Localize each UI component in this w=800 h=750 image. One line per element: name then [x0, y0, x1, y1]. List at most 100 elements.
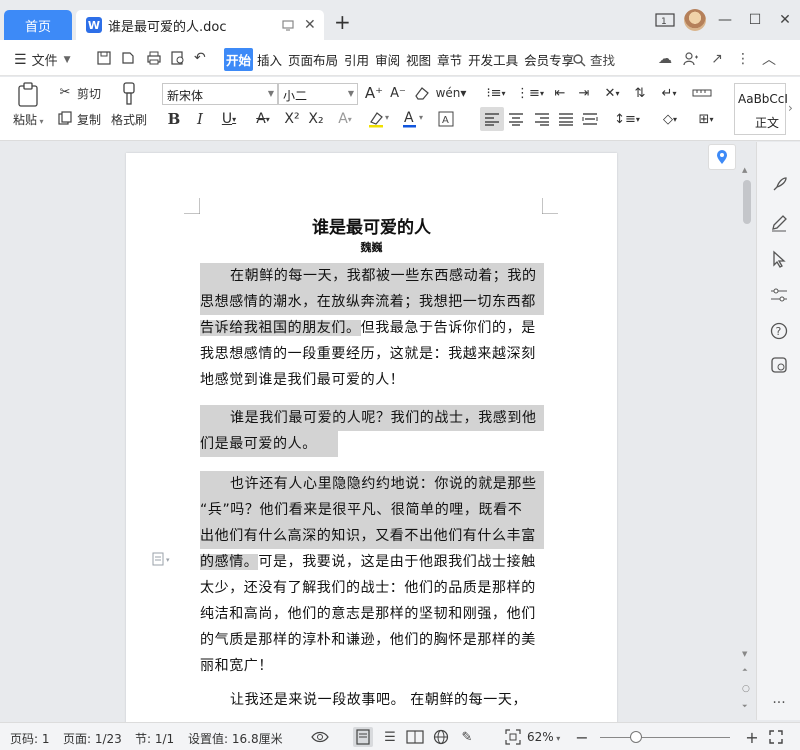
status-pages[interactable]: 页面: 1/23 — [63, 730, 122, 747]
ribbon-tab[interactable]: 章节 — [435, 48, 464, 71]
ribbon-tab[interactable]: 页面布局 — [286, 48, 340, 71]
font-color-icon[interactable]: A ▾ — [400, 109, 428, 129]
status-section[interactable]: 节: 1/1 — [135, 730, 174, 747]
status-page-number[interactable]: 页码: 1 — [10, 730, 50, 747]
clear-format-icon[interactable] — [412, 83, 432, 103]
undo-icon[interactable]: ↶ — [194, 50, 210, 66]
borders-icon[interactable]: ⊞ ▾ — [692, 109, 720, 129]
decrease-font-icon[interactable]: A⁻ — [388, 83, 408, 103]
eye-protection-icon[interactable] — [310, 727, 330, 747]
format-painter-button[interactable]: 格式刷 — [111, 111, 147, 128]
scissors-icon[interactable]: ✂ — [56, 83, 74, 101]
save-icon[interactable] — [96, 50, 112, 66]
underline-icon[interactable]: U ▾ — [214, 109, 244, 129]
chinese-layout-icon[interactable]: ✕ ▾ — [598, 83, 626, 103]
fit-window-icon[interactable] — [503, 727, 523, 747]
sort-icon[interactable]: ⇅ — [630, 83, 650, 103]
fullscreen-icon[interactable] — [766, 727, 786, 747]
scroll-down-icon[interactable]: ▼ — [742, 650, 747, 658]
zoom-level[interactable]: 62% ▾ — [527, 730, 560, 744]
workspace-icon[interactable]: 1 — [650, 8, 680, 32]
superscript-icon[interactable]: X² — [282, 109, 302, 129]
ribbon-tab[interactable]: 会员专享 — [522, 48, 576, 71]
next-page-icon[interactable]: ⏷ — [742, 702, 748, 711]
collapse-ribbon-icon[interactable]: ︿ — [756, 49, 782, 69]
zoom-slider[interactable] — [600, 737, 730, 738]
collaborate-icon[interactable] — [678, 49, 704, 69]
minimize-icon[interactable]: — — [710, 8, 740, 32]
prev-page-icon[interactable]: ⏶ — [742, 666, 748, 675]
close-window-icon[interactable]: ✕ — [770, 8, 800, 32]
line-spacing-icon[interactable]: ↕≡ ▾ — [612, 109, 642, 129]
copy-button[interactable]: 复制 — [77, 111, 101, 128]
more-icon[interactable]: ··· — [768, 692, 790, 714]
ribbon-tab[interactable]: 引用 — [342, 48, 371, 71]
char-border-icon[interactable]: A — [436, 109, 456, 129]
vertical-scrollbar[interactable]: ▲ ▼ ⏶ ○ ⏷ — [741, 166, 751, 721]
pen-icon[interactable] — [768, 212, 790, 234]
paste-button[interactable]: 粘贴 ▾ — [13, 111, 44, 128]
ribbon-tab[interactable]: 插入 — [255, 48, 284, 71]
browse-object-icon[interactable]: ○ — [742, 684, 750, 694]
tab-home[interactable]: 首页 — [4, 10, 72, 40]
ribbon-tab[interactable]: 开发工具 — [466, 48, 520, 71]
share-icon[interactable]: ↗ — [704, 49, 730, 69]
increase-indent-icon[interactable]: ⇥ — [574, 83, 594, 103]
cloud-sync-icon[interactable]: ☁ — [652, 49, 678, 69]
reading-view-icon[interactable] — [405, 727, 425, 747]
close-tab-icon[interactable]: ✕ — [304, 17, 316, 33]
tab-window-icon[interactable] — [282, 19, 294, 31]
italic-icon[interactable]: I — [190, 109, 210, 129]
export-icon[interactable] — [120, 50, 136, 66]
decrease-indent-icon[interactable]: ⇤ — [550, 83, 570, 103]
align-left-icon[interactable] — [480, 107, 504, 131]
page-view-icon[interactable] — [353, 727, 373, 747]
document-page[interactable]: 谁是最可爱的人 魏巍 在朝鲜的每一天，我都被一些东西感动着；我的 思想感情的潮水，… — [126, 153, 617, 733]
rocket-icon[interactable] — [768, 174, 790, 196]
bold-icon[interactable]: B — [164, 109, 184, 129]
write-mode-icon[interactable]: ✎ — [457, 727, 477, 747]
style-gallery-normal[interactable]: AaBbCcI 正文 — [734, 83, 788, 135]
pinyin-guide-icon[interactable]: wén▾ — [436, 83, 467, 103]
format-painter-icon[interactable] — [118, 81, 140, 107]
paste-icon[interactable] — [14, 81, 42, 109]
status-setting-value[interactable]: 设置值: 16.8厘米 — [188, 730, 283, 747]
more-icon[interactable]: ⋮ — [730, 49, 756, 69]
text-effect-icon[interactable]: A ▾ — [332, 109, 358, 129]
show-marks-icon[interactable]: ↵ ▾ — [656, 83, 682, 103]
zoom-in-icon[interactable]: + — [742, 727, 762, 747]
adjust-sliders-icon[interactable] — [768, 284, 790, 306]
avatar[interactable] — [680, 8, 710, 32]
cursor-select-icon[interactable] — [768, 248, 790, 270]
strikethrough-icon[interactable]: A ▾ — [250, 109, 276, 129]
print-preview-icon[interactable] — [170, 50, 186, 66]
help-icon[interactable]: ? — [768, 320, 790, 342]
paragraph[interactable]: 谁是我们最可爱的人呢？我们的战士，我感到他 们是最可爱的人。 — [200, 405, 544, 457]
scrollbar-thumb[interactable] — [743, 180, 751, 224]
file-menu[interactable]: ☰ 文件 ▼ — [14, 50, 71, 70]
zoom-out-icon[interactable]: − — [572, 727, 592, 747]
paragraph[interactable]: 在朝鲜的每一天，我都被一些东西感动着；我的 思想感情的潮水，在放纵奔流着；我想把一… — [200, 263, 544, 393]
copy-icon[interactable] — [56, 109, 74, 127]
ribbon-tab[interactable]: 视图 — [404, 48, 433, 71]
cut-button[interactable]: 剪切 — [77, 85, 101, 102]
font-size-select[interactable]: 小二 ▼ — [278, 83, 358, 105]
zoom-slider-knob[interactable] — [630, 731, 642, 743]
tab-document[interactable]: W 谁是最可爱的人.doc ✕ — [76, 10, 324, 40]
navigation-location-icon[interactable] — [708, 144, 736, 170]
bullet-list-icon[interactable]: ⁝≡ ▾ — [482, 83, 510, 103]
highlight-color-icon[interactable]: ▾ — [366, 109, 394, 129]
maximize-icon[interactable]: ☐ — [740, 8, 770, 32]
ribbon-tab[interactable]: 审阅 — [373, 48, 402, 71]
font-name-select[interactable]: 新宋体 ▼ — [162, 83, 278, 105]
web-view-icon[interactable] — [431, 727, 451, 747]
outline-view-icon[interactable]: ☰ — [380, 727, 400, 747]
align-center-icon[interactable] — [506, 109, 526, 129]
increase-font-icon[interactable]: A⁺ — [364, 83, 384, 103]
paragraph[interactable]: 也许还有人心里隐隐约约地说：你说的就是那些 “兵”吗？他们看来是很平凡、很简单的哩… — [200, 471, 544, 679]
new-tab-plus-icon[interactable]: + — [334, 10, 351, 34]
paragraph-handle-icon[interactable]: ▾ — [152, 552, 174, 566]
scroll-up-icon[interactable]: ▲ — [742, 166, 747, 174]
align-right-icon[interactable] — [532, 109, 552, 129]
chevron-right-icon[interactable]: › — [788, 101, 793, 115]
